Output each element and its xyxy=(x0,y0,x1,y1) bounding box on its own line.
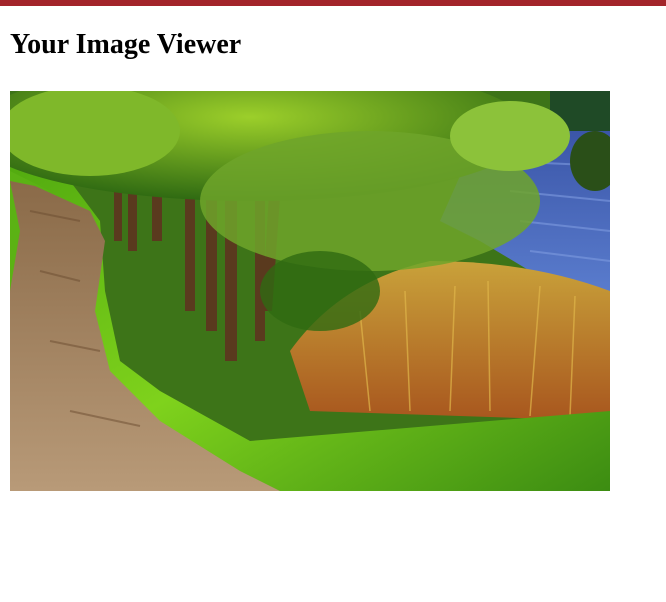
top-accent-bar xyxy=(0,0,666,6)
image-display xyxy=(10,91,610,491)
page-title: Your Image Viewer xyxy=(10,29,242,60)
landscape-image xyxy=(10,91,610,491)
